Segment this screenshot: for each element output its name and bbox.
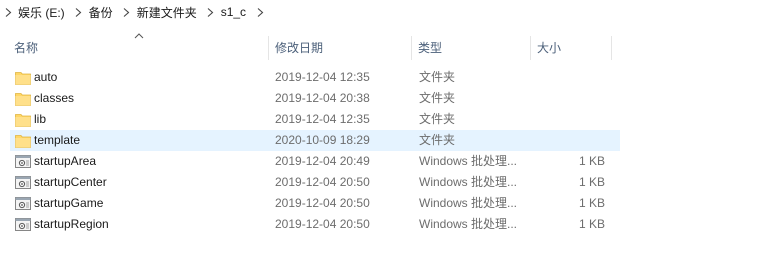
- file-row[interactable]: startupGame 2019-12-04 20:50 Windows 批处理…: [10, 193, 620, 214]
- breadcrumb-item-backup[interactable]: 备份: [87, 4, 119, 21]
- file-type: Windows 批处理...: [419, 154, 518, 168]
- file-name: classes: [34, 91, 75, 105]
- batch-file-icon: [15, 175, 31, 190]
- file-name: startupGame: [34, 196, 104, 210]
- breadcrumb-item-new-folder[interactable]: 新建文件夹: [135, 4, 203, 21]
- file-list: auto 2019-12-04 12:35 文件夹 classes 2019-1…: [0, 67, 766, 235]
- file-explorer: 娱乐 (E:) 备份 新建文件夹 s1_c 名称 修改日期 类型 大小 auto…: [0, 0, 766, 257]
- file-date: 2020-10-09 18:29: [275, 133, 370, 147]
- file-size: [535, 88, 605, 109]
- file-date: 2019-12-04 12:35: [275, 112, 370, 126]
- file-type: Windows 批处理...: [419, 217, 518, 231]
- file-row[interactable]: classes 2019-12-04 20:38 文件夹: [10, 88, 620, 109]
- file-row[interactable]: startupCenter 2019-12-04 20:50 Windows 批…: [10, 172, 620, 193]
- column-header-name[interactable]: 名称: [8, 34, 264, 62]
- column-divider[interactable]: [611, 36, 612, 60]
- file-row[interactable]: startupRegion 2019-12-04 20:50 Windows 批…: [10, 214, 620, 235]
- file-date: 2019-12-04 20:50: [275, 175, 370, 189]
- file-row[interactable]: auto 2019-12-04 12:35 文件夹: [10, 67, 620, 88]
- file-name: startupArea: [34, 154, 97, 168]
- chevron-right-icon[interactable]: [71, 7, 87, 17]
- file-size: [535, 67, 605, 88]
- file-name: auto: [34, 70, 58, 84]
- file-date: 2019-12-04 20:50: [275, 196, 370, 210]
- file-size: 1 KB: [578, 154, 605, 168]
- file-name: lib: [34, 112, 47, 126]
- file-size: 1 KB: [578, 196, 605, 210]
- chevron-right-icon[interactable]: [252, 7, 268, 17]
- file-type: Windows 批处理...: [419, 175, 518, 189]
- breadcrumb: 娱乐 (E:) 备份 新建文件夹 s1_c: [0, 0, 766, 24]
- batch-file-icon: [15, 217, 31, 232]
- file-name: startupCenter: [34, 175, 107, 189]
- folder-icon: [15, 91, 31, 106]
- file-size: 1 KB: [578, 175, 605, 189]
- file-type: 文件夹: [419, 133, 456, 147]
- file-size: [535, 109, 605, 130]
- batch-file-icon: [15, 196, 31, 211]
- file-date: 2019-12-04 20:38: [275, 91, 370, 105]
- breadcrumb-item-current[interactable]: s1_c: [219, 5, 252, 19]
- file-date: 2019-12-04 12:35: [275, 70, 370, 84]
- file-size: 1 KB: [578, 217, 605, 231]
- chevron-right-icon[interactable]: [119, 7, 135, 17]
- breadcrumb-item-drive[interactable]: 娱乐 (E:): [16, 4, 71, 21]
- file-date: 2019-12-04 20:50: [275, 217, 370, 231]
- file-type: 文件夹: [419, 70, 456, 84]
- batch-file-icon: [15, 154, 31, 169]
- file-type: 文件夹: [419, 91, 456, 105]
- folder-icon: [15, 70, 31, 85]
- folder-icon: [15, 133, 31, 148]
- file-row[interactable]: lib 2019-12-04 12:35 文件夹: [10, 109, 620, 130]
- file-type: Windows 批处理...: [419, 196, 518, 210]
- column-header-date[interactable]: 修改日期: [269, 34, 411, 62]
- chevron-right-icon[interactable]: [0, 7, 16, 17]
- column-header-size[interactable]: 大小: [531, 34, 611, 62]
- file-type: 文件夹: [419, 112, 456, 126]
- file-row[interactable]: startupArea 2019-12-04 20:49 Windows 批处理…: [10, 151, 620, 172]
- folder-icon: [15, 112, 31, 127]
- file-name: template: [34, 133, 81, 147]
- file-size: [535, 130, 605, 151]
- column-header-type[interactable]: 类型: [412, 34, 530, 62]
- column-header-row: 名称 修改日期 类型 大小: [0, 34, 766, 62]
- file-row-selected[interactable]: template 2020-10-09 18:29 文件夹: [10, 130, 620, 151]
- chevron-right-icon[interactable]: [203, 7, 219, 17]
- file-date: 2019-12-04 20:49: [275, 154, 370, 168]
- file-name: startupRegion: [34, 217, 109, 231]
